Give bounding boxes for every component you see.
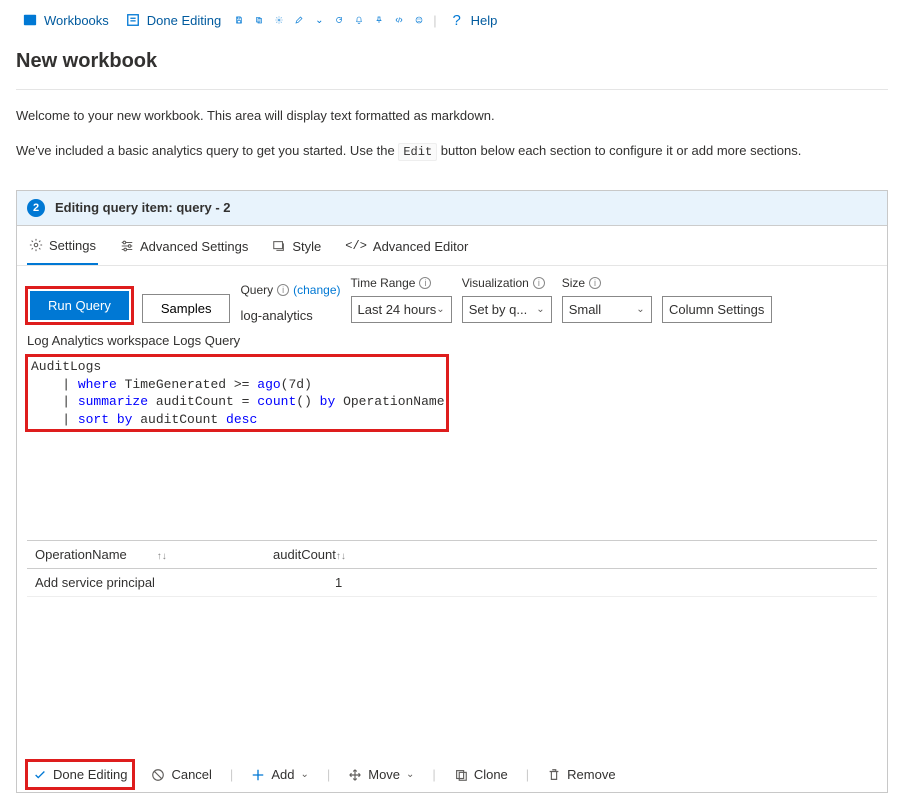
tab-settings-label: Settings: [49, 238, 96, 253]
help-label: Help: [471, 13, 498, 28]
tab-advanced-editor[interactable]: </> Advanced Editor: [343, 235, 470, 264]
timerange-dropdown[interactable]: Last 24 hours ⌄: [351, 296, 452, 323]
done-editing-top-label: Done Editing: [147, 13, 221, 28]
workbooks-link[interactable]: Workbooks: [16, 8, 115, 32]
info-icon[interactable]: i: [419, 277, 431, 289]
query-group: Query i (change) log-analytics: [240, 283, 340, 323]
code-tag-icon: </>: [345, 239, 367, 253]
samples-button[interactable]: Samples: [142, 294, 231, 323]
chevron-down-icon: ⌄: [436, 304, 444, 315]
top-toolbar: Workbooks Done Editing ⌄ | ? Help: [0, 0, 904, 40]
sort-icon: ↑↓: [336, 551, 346, 562]
cancel-icon: [151, 768, 165, 782]
tab-style[interactable]: Style: [270, 235, 323, 264]
query-label: Query: [240, 283, 273, 297]
tab-style-label: Style: [292, 239, 321, 254]
tab-advanced-settings[interactable]: Advanced Settings: [118, 235, 250, 264]
intro-line-1: Welcome to your new workbook. This area …: [16, 106, 888, 127]
divider: [16, 89, 888, 90]
cancel-button[interactable]: Cancel: [147, 763, 215, 786]
bell-icon[interactable]: [351, 12, 367, 28]
size-label: Size: [562, 276, 585, 290]
edit-pencil-icon[interactable]: [291, 12, 307, 28]
intro-text: Welcome to your new workbook. This area …: [0, 106, 904, 162]
intro-line-2: We've included a basic analytics query t…: [16, 141, 888, 162]
sort-icon: ↑↓: [127, 551, 167, 562]
trash-icon: [547, 768, 561, 782]
editor-tabs: Settings Advanced Settings Style </> Adv…: [17, 226, 887, 266]
query-value: log-analytics: [240, 303, 340, 323]
col-operation-name[interactable]: OperationName↑↓: [27, 541, 265, 569]
info-icon[interactable]: i: [533, 277, 545, 289]
help-link[interactable]: ? Help: [443, 8, 504, 32]
size-dropdown[interactable]: Small ⌄: [562, 296, 652, 323]
sliders-icon: [120, 239, 134, 253]
column-settings-button[interactable]: Column Settings: [662, 296, 772, 323]
bottom-toolbar: Done Editing Cancel | Add ⌄ | Move ⌄ | C…: [17, 747, 887, 792]
query-editor-block: 2 Editing query item: query - 2 Settings…: [16, 190, 888, 793]
save-icon[interactable]: [231, 12, 247, 28]
workbook-icon: [22, 12, 38, 28]
table-header-row: OperationName↑↓ auditCount↑↓: [27, 541, 877, 569]
col-audit-count[interactable]: auditCount↑↓: [265, 541, 877, 569]
editor-header: 2 Editing query item: query - 2: [17, 191, 887, 226]
query-code-block[interactable]: AuditLogs | where TimeGenerated >= ago(7…: [27, 356, 447, 430]
clone-button[interactable]: Clone: [450, 763, 512, 786]
tab-adv-editor-label: Advanced Editor: [373, 239, 468, 254]
size-group: Size i Small ⌄: [562, 276, 652, 323]
done-editing-button[interactable]: Done Editing: [29, 763, 131, 786]
pin-icon[interactable]: [371, 12, 387, 28]
results-table: OperationName↑↓ auditCount↑↓ Add service…: [27, 540, 877, 597]
refresh-icon[interactable]: [331, 12, 347, 28]
chevron-down-icon: ⌄: [536, 304, 544, 315]
remove-button[interactable]: Remove: [543, 763, 619, 786]
timerange-group: Time Range i Last 24 hours ⌄: [351, 276, 452, 323]
tab-adv-settings-label: Advanced Settings: [140, 239, 248, 254]
visualization-label: Visualization: [462, 276, 529, 290]
add-button[interactable]: Add ⌄: [247, 763, 313, 786]
help-icon: ?: [449, 12, 465, 28]
query-subtitle: Log Analytics workspace Logs Query: [17, 333, 887, 356]
chevron-down-icon: ⌄: [300, 769, 308, 780]
done-editing-icon: [125, 12, 141, 28]
timerange-label: Time Range: [351, 276, 416, 290]
tab-settings[interactable]: Settings: [27, 234, 98, 265]
settings-gear-icon[interactable]: [271, 12, 287, 28]
gear-icon: [29, 238, 43, 252]
cell-operation: Add service principal: [27, 569, 265, 597]
run-query-button[interactable]: Run Query: [30, 291, 129, 320]
plus-icon: [251, 768, 265, 782]
change-link[interactable]: (change): [293, 283, 340, 297]
page-title: New workbook: [0, 40, 904, 83]
run-query-highlight: Run Query: [27, 288, 132, 323]
info-icon[interactable]: i: [589, 277, 601, 289]
info-icon[interactable]: i: [277, 284, 289, 296]
code-icon[interactable]: [391, 12, 407, 28]
visualization-dropdown[interactable]: Set by q... ⌄: [462, 296, 552, 323]
done-editing-top[interactable]: Done Editing: [119, 8, 227, 32]
style-icon: [272, 239, 286, 253]
chevron-down-icon[interactable]: ⌄: [311, 12, 327, 28]
clone-icon: [454, 768, 468, 782]
done-editing-highlight: Done Editing: [27, 761, 133, 788]
table-row[interactable]: Add service principal 1: [27, 569, 877, 597]
move-button[interactable]: Move ⌄: [344, 763, 418, 786]
copy-icon[interactable]: [251, 12, 267, 28]
edit-code: Edit: [398, 143, 437, 161]
visualization-group: Visualization i Set by q... ⌄: [462, 276, 552, 323]
workbooks-label: Workbooks: [44, 13, 109, 28]
check-icon: [33, 768, 47, 782]
move-icon: [348, 768, 362, 782]
editor-title: Editing query item: query - 2: [55, 200, 231, 215]
step-badge: 2: [27, 199, 45, 217]
controls-row: Run Query Samples Query i (change) log-a…: [17, 266, 887, 333]
smiley-icon[interactable]: [411, 12, 427, 28]
chevron-down-icon: ⌄: [406, 769, 414, 780]
cell-count: 1: [265, 569, 877, 597]
chevron-down-icon: ⌄: [636, 304, 644, 315]
